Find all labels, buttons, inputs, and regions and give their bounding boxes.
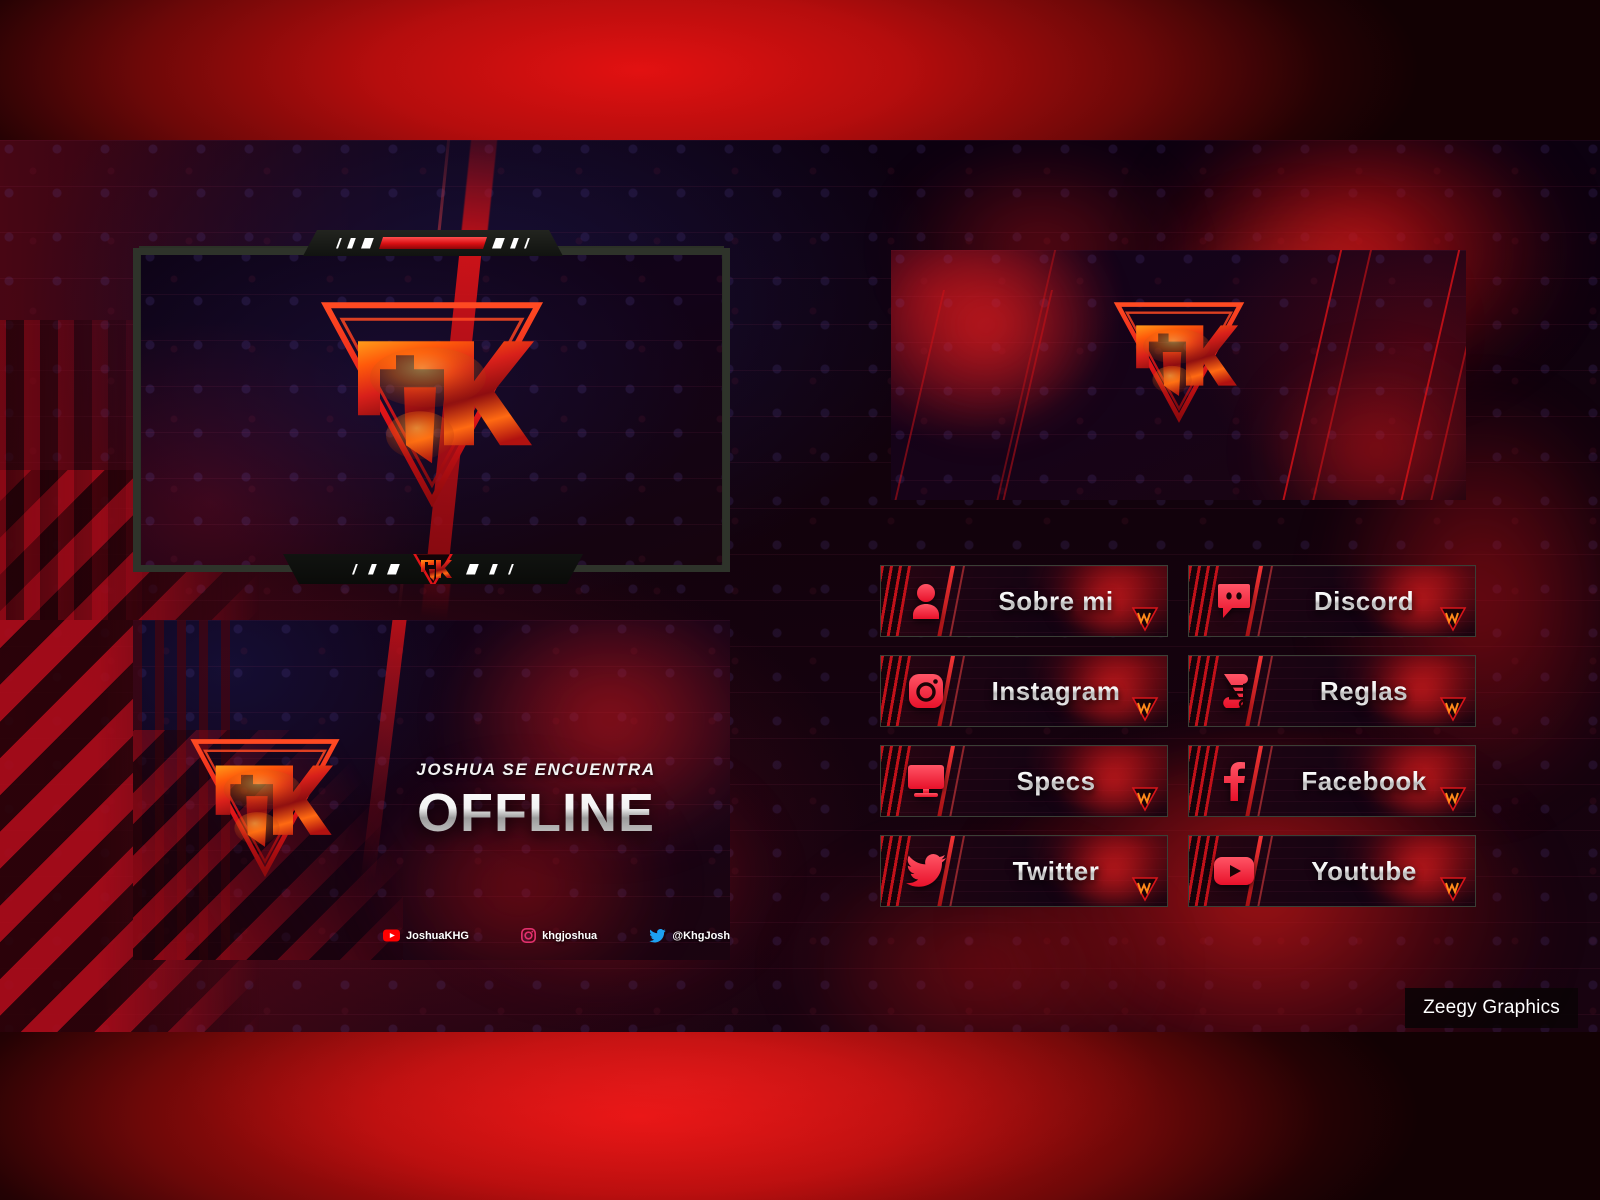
chevron-icon xyxy=(352,564,358,575)
webcam-accent-bar xyxy=(379,237,487,249)
panel-badge-icon xyxy=(1439,876,1467,902)
webcam-frame-top-right xyxy=(544,248,730,255)
webcam-logo xyxy=(318,295,546,510)
overlay-showcase: JOSHUA SE ENCUENTRA OFFLINE JoshuaKHG kh… xyxy=(0,0,1600,1200)
webcam-badge-logo xyxy=(410,549,456,589)
chevron-icon xyxy=(336,238,342,249)
handle-label: @KhgJoshua xyxy=(672,929,730,942)
webcam-frame-left xyxy=(133,248,140,566)
panel-badge-icon xyxy=(1131,696,1159,722)
banner-logo xyxy=(1113,298,1245,424)
handle-twitter[interactable]: @KhgJoshua xyxy=(649,928,730,943)
discord-icon xyxy=(1207,582,1261,620)
monitor-icon xyxy=(899,764,953,798)
facebook-icon xyxy=(1207,761,1261,801)
webcam-frame-bottom-left xyxy=(133,565,299,572)
webcam-frame-top-left xyxy=(133,248,319,255)
panel-badge-icon xyxy=(1439,786,1467,812)
chevron-icon xyxy=(492,238,505,249)
panel-youtube[interactable]: Youtube xyxy=(1188,835,1476,907)
webcam-top-bar xyxy=(303,230,563,256)
chevron-icon xyxy=(508,564,514,575)
handle-label: khgjoshua xyxy=(542,929,598,942)
person-icon xyxy=(899,583,953,619)
watermark: Zeegy Graphics xyxy=(1405,988,1578,1028)
scroll-icon xyxy=(1207,672,1261,710)
panel-facebook[interactable]: Facebook xyxy=(1188,745,1476,817)
chevron-icon xyxy=(347,238,356,249)
panel-badge-icon xyxy=(1131,786,1159,812)
panel-badge-icon xyxy=(1439,606,1467,632)
panel-sobre-mi[interactable]: Sobre mi xyxy=(880,565,1168,637)
backdrop-bottom-band xyxy=(0,1032,1600,1200)
panel-discord[interactable]: Discord xyxy=(1188,565,1476,637)
chevron-icon xyxy=(387,564,400,575)
twitter-icon xyxy=(899,854,953,888)
instagram-icon xyxy=(899,673,953,709)
panel-twitter[interactable]: Twitter xyxy=(880,835,1168,907)
offline-screen: JOSHUA SE ENCUENTRA OFFLINE JoshuaKHG kh… xyxy=(133,620,730,960)
instagram-icon xyxy=(521,928,537,943)
panel-specs[interactable]: Specs xyxy=(880,745,1168,817)
twitter-icon xyxy=(649,928,667,943)
chevron-icon xyxy=(524,238,530,249)
artboard: JOSHUA SE ENCUENTRA OFFLINE JoshuaKHG kh… xyxy=(0,140,1600,1032)
handle-youtube[interactable]: JoshuaKHG xyxy=(383,928,469,943)
chevron-icon xyxy=(368,564,377,575)
offline-status: OFFLINE xyxy=(381,782,691,844)
panel-instagram[interactable]: Instagram xyxy=(880,655,1168,727)
chevron-icon xyxy=(489,564,498,575)
offline-social-handles: JoshuaKHG khgjoshua @KhgJoshua xyxy=(383,928,730,943)
handle-label: JoshuaKHG xyxy=(406,929,469,942)
panel-badge-icon xyxy=(1131,606,1159,632)
webcam-screen-area xyxy=(139,246,724,568)
webcam-frame-bottom-right xyxy=(564,565,730,572)
panel-badge-icon xyxy=(1439,696,1467,722)
webcam-overlay xyxy=(133,230,730,580)
panel-button-grid: Sobre mi Discord Instagram Reglas Specs … xyxy=(880,565,1476,945)
channel-banner: JoshuaKHG khgjoshua @KhgJoshua xyxy=(891,250,1466,500)
youtube-icon xyxy=(383,929,400,942)
chevron-icon xyxy=(361,238,374,249)
youtube-icon xyxy=(1207,856,1261,886)
backdrop-top-band xyxy=(0,0,1600,140)
webcam-bottom-bar xyxy=(283,554,583,584)
offline-subtitle: JOSHUA SE ENCUENTRA xyxy=(416,760,656,779)
panel-badge-icon xyxy=(1131,876,1159,902)
webcam-frame-right xyxy=(723,248,730,566)
handle-instagram[interactable]: khgjoshua xyxy=(521,928,597,943)
offline-logo xyxy=(189,734,341,879)
offline-text-block: JOSHUA SE ENCUENTRA OFFLINE xyxy=(381,760,691,844)
chevron-icon xyxy=(510,238,519,249)
panel-reglas[interactable]: Reglas xyxy=(1188,655,1476,727)
chevron-icon xyxy=(466,564,479,575)
